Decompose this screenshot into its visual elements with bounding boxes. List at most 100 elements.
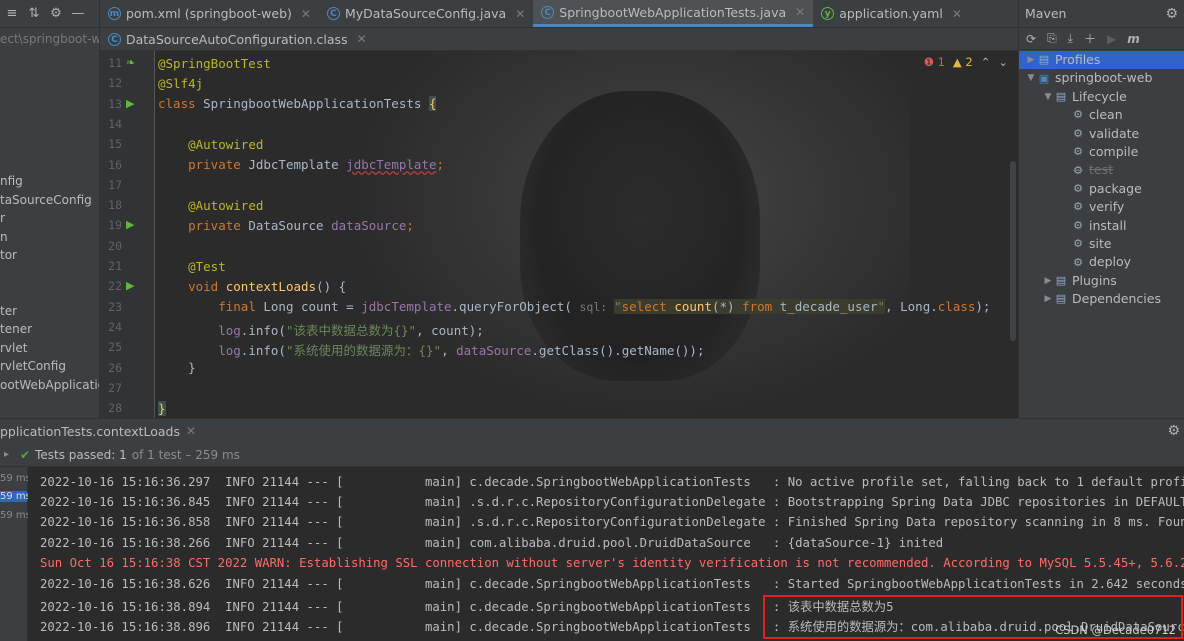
chevron-down-icon[interactable]: ▼ [1042, 88, 1054, 106]
line-number: 27 [108, 380, 122, 395]
project-tree-item[interactable]: nfig [0, 172, 99, 191]
project-tree-item[interactable]: tener [0, 320, 99, 339]
maven-tree-item[interactable]: ⚙ clean [1019, 106, 1184, 124]
log-line: 2022-10-16 15:16:36.297 INFO 21144 --- [… [40, 475, 1184, 489]
editor-tabs: m pom.xml (springboot-web) ✕ C MyDataSourceC… [100, 0, 1018, 28]
run-gutter-icon[interactable]: ▶ [126, 279, 134, 292]
editor-tab[interactable]: C MyDataSourceConfig.java ✕ [319, 0, 533, 27]
editor-tab[interactable]: C DataSourceAutoConfiguration.class ✕ [100, 28, 375, 50]
run-icon[interactable]: ▶ [1107, 32, 1116, 46]
line-number: 22 [108, 279, 122, 294]
line-number: 11 [108, 56, 122, 70]
background-image-silhouette [520, 91, 760, 381]
settings-icon[interactable]: ⚙ [1165, 6, 1178, 22]
project-tree-item[interactable]: tor [0, 246, 99, 265]
align-icon[interactable]: ≡ [4, 6, 20, 21]
gear-icon[interactable]: ⚙ [48, 6, 64, 21]
maven-m-icon[interactable]: m [1127, 32, 1140, 46]
maven-tree-item[interactable]: ⚙ install [1019, 217, 1184, 235]
error-indicator[interactable]: ❶ 1 [924, 55, 945, 69]
chevron-right-icon[interactable]: ▶ [1025, 51, 1037, 69]
chevron-down-icon[interactable]: ▼ [1025, 69, 1037, 87]
maven-tree-item[interactable]: ▼ ▣ springboot-web [1019, 69, 1184, 87]
maven-tree-item[interactable]: ▶ ▤ Profiles [1019, 51, 1184, 70]
gear-icon[interactable]: ⚙ [1167, 423, 1180, 439]
close-icon[interactable]: ✕ [952, 7, 962, 21]
gear-icon: ⚙ [1073, 163, 1083, 177]
maven-tree-item[interactable]: ▼ ▤ Lifecycle [1019, 88, 1184, 106]
chevron-right-icon[interactable]: ▸ [4, 449, 9, 460]
editor-scrollbar[interactable] [1010, 161, 1016, 341]
project-tree-item[interactable]: rvletConfig [0, 357, 99, 376]
maven-tree-item[interactable]: ⚙ deploy [1019, 253, 1184, 271]
maven-tree-label: test [1089, 162, 1114, 178]
maven-tree-label: Profiles [1055, 52, 1101, 67]
line-number: 16 [108, 157, 122, 172]
project-tree-item[interactable]: taSourceConfig [0, 191, 99, 210]
download-icon[interactable]: ⤓ [1068, 31, 1073, 46]
test-tree: 59 ms 59 ms 59 ms [0, 467, 31, 641]
add-source-icon[interactable]: ⎘ [1047, 31, 1057, 46]
editor-tab[interactable]: C SpringbootWebApplicationTests.java ✕ [533, 0, 814, 27]
close-icon[interactable]: ✕ [515, 7, 525, 21]
code-line-12: @Slf4j [158, 76, 204, 91]
run-gutter-icon[interactable]: ▶ [126, 218, 134, 231]
maven-title: Maven [1025, 6, 1067, 21]
close-icon[interactable]: ✕ [301, 7, 311, 21]
close-icon[interactable]: ✕ [186, 424, 196, 438]
maven-tree-item[interactable]: ⚙ validate [1019, 125, 1184, 143]
log-line-warning: Sun Oct 16 15:16:38 CST 2022 WARN: Estab… [40, 556, 1184, 570]
code-editor[interactable]: 11 12 13 14 15 16 17 18 19 20 21 22 23 24 25 26 27 28 ❧ ▶ ▶ ▶… [100, 51, 1018, 418]
code-line-11: @SpringBootTest [158, 56, 271, 71]
editor-tab[interactable]: y application.yaml ✕ [813, 0, 970, 27]
line-number: 17 [108, 177, 122, 192]
line-number: 19 [108, 218, 122, 233]
project-tree-item[interactable] [0, 283, 99, 302]
project-tree-item[interactable]: n [0, 228, 99, 247]
class-icon: C [541, 5, 555, 19]
test-duration[interactable]: 59 ms [0, 491, 31, 502]
line-number: 25 [108, 340, 122, 355]
maven-tree-item[interactable]: ⚙ compile [1019, 143, 1184, 161]
chevron-right-icon[interactable]: ▶ [1042, 272, 1054, 290]
maven-tree-item[interactable]: ▶ ▤ Dependencies [1019, 290, 1184, 308]
maven-tree-item[interactable]: ▶ ▤ Plugins [1019, 272, 1184, 290]
line-number: 14 [108, 116, 122, 131]
run-gutter-icon[interactable]: ▶ [126, 97, 134, 110]
chevron-up-icon[interactable]: ⌃ [981, 55, 991, 69]
collapse-icon[interactable]: ⇅ [26, 6, 42, 21]
project-tree-item[interactable]: r [0, 209, 99, 228]
maven-tree-item[interactable]: ⚙ verify [1019, 198, 1184, 216]
project-panel: ≡ ⇅ ⚙ — ect\springboot-we nfig taSourceCo… [0, 0, 100, 418]
maven-tree-item[interactable]: ⚙ test [1019, 161, 1184, 179]
maven-tree-item[interactable]: ⚙ package [1019, 180, 1184, 198]
maven-tree-label: clean [1089, 107, 1123, 123]
log-line: 2022-10-16 15:16:38.266 INFO 21144 --- [… [40, 536, 944, 550]
project-tree-item[interactable] [0, 265, 99, 284]
project-tree-item[interactable]: rvlet [0, 339, 99, 358]
run-config-tab[interactable]: pplicationTests.contextLoads [0, 424, 180, 439]
hide-icon[interactable]: — [70, 6, 86, 21]
maven-tree-item[interactable]: ⚙ site [1019, 235, 1184, 253]
project-tree-item[interactable]: ter [0, 302, 99, 321]
console-output[interactable]: 2022-10-16 15:16:36.297 INFO 21144 --- [… [28, 467, 1184, 641]
inspection-widget[interactable]: ❶ 1 ▲ 2 ⌃ ⌄ [924, 55, 1008, 69]
editor-tab[interactable]: m pom.xml (springboot-web) ✕ [100, 0, 319, 27]
plus-icon[interactable]: ＋ [1084, 30, 1096, 47]
chevron-right-icon[interactable]: ▶ [1042, 290, 1054, 308]
check-icon: ✔ [20, 447, 31, 462]
close-icon[interactable]: ✕ [795, 5, 805, 19]
test-duration[interactable]: 59 ms [0, 510, 31, 521]
maven-icon: m [108, 7, 121, 20]
folder-icon: ▤ [1055, 89, 1067, 103]
test-duration[interactable]: 59 ms [0, 473, 31, 484]
code-line-18: @Autowired [188, 198, 264, 213]
maven-tree-label: compile [1089, 144, 1139, 159]
maven-panel: Maven ⚙ ⟳ ⎘ ⤓ ＋ ▶ m ▶ ▤ Profiles ▼ ▣ springbo… [1018, 0, 1184, 418]
warning-indicator[interactable]: ▲ 2 [953, 55, 973, 69]
close-icon[interactable]: ✕ [357, 32, 367, 46]
chevron-down-icon[interactable]: ⌄ [998, 55, 1008, 69]
bean-icon[interactable]: ❧ [126, 56, 135, 69]
reload-icon[interactable]: ⟳ [1026, 32, 1036, 46]
project-tree-item[interactable]: ootWebApplication [0, 376, 99, 395]
